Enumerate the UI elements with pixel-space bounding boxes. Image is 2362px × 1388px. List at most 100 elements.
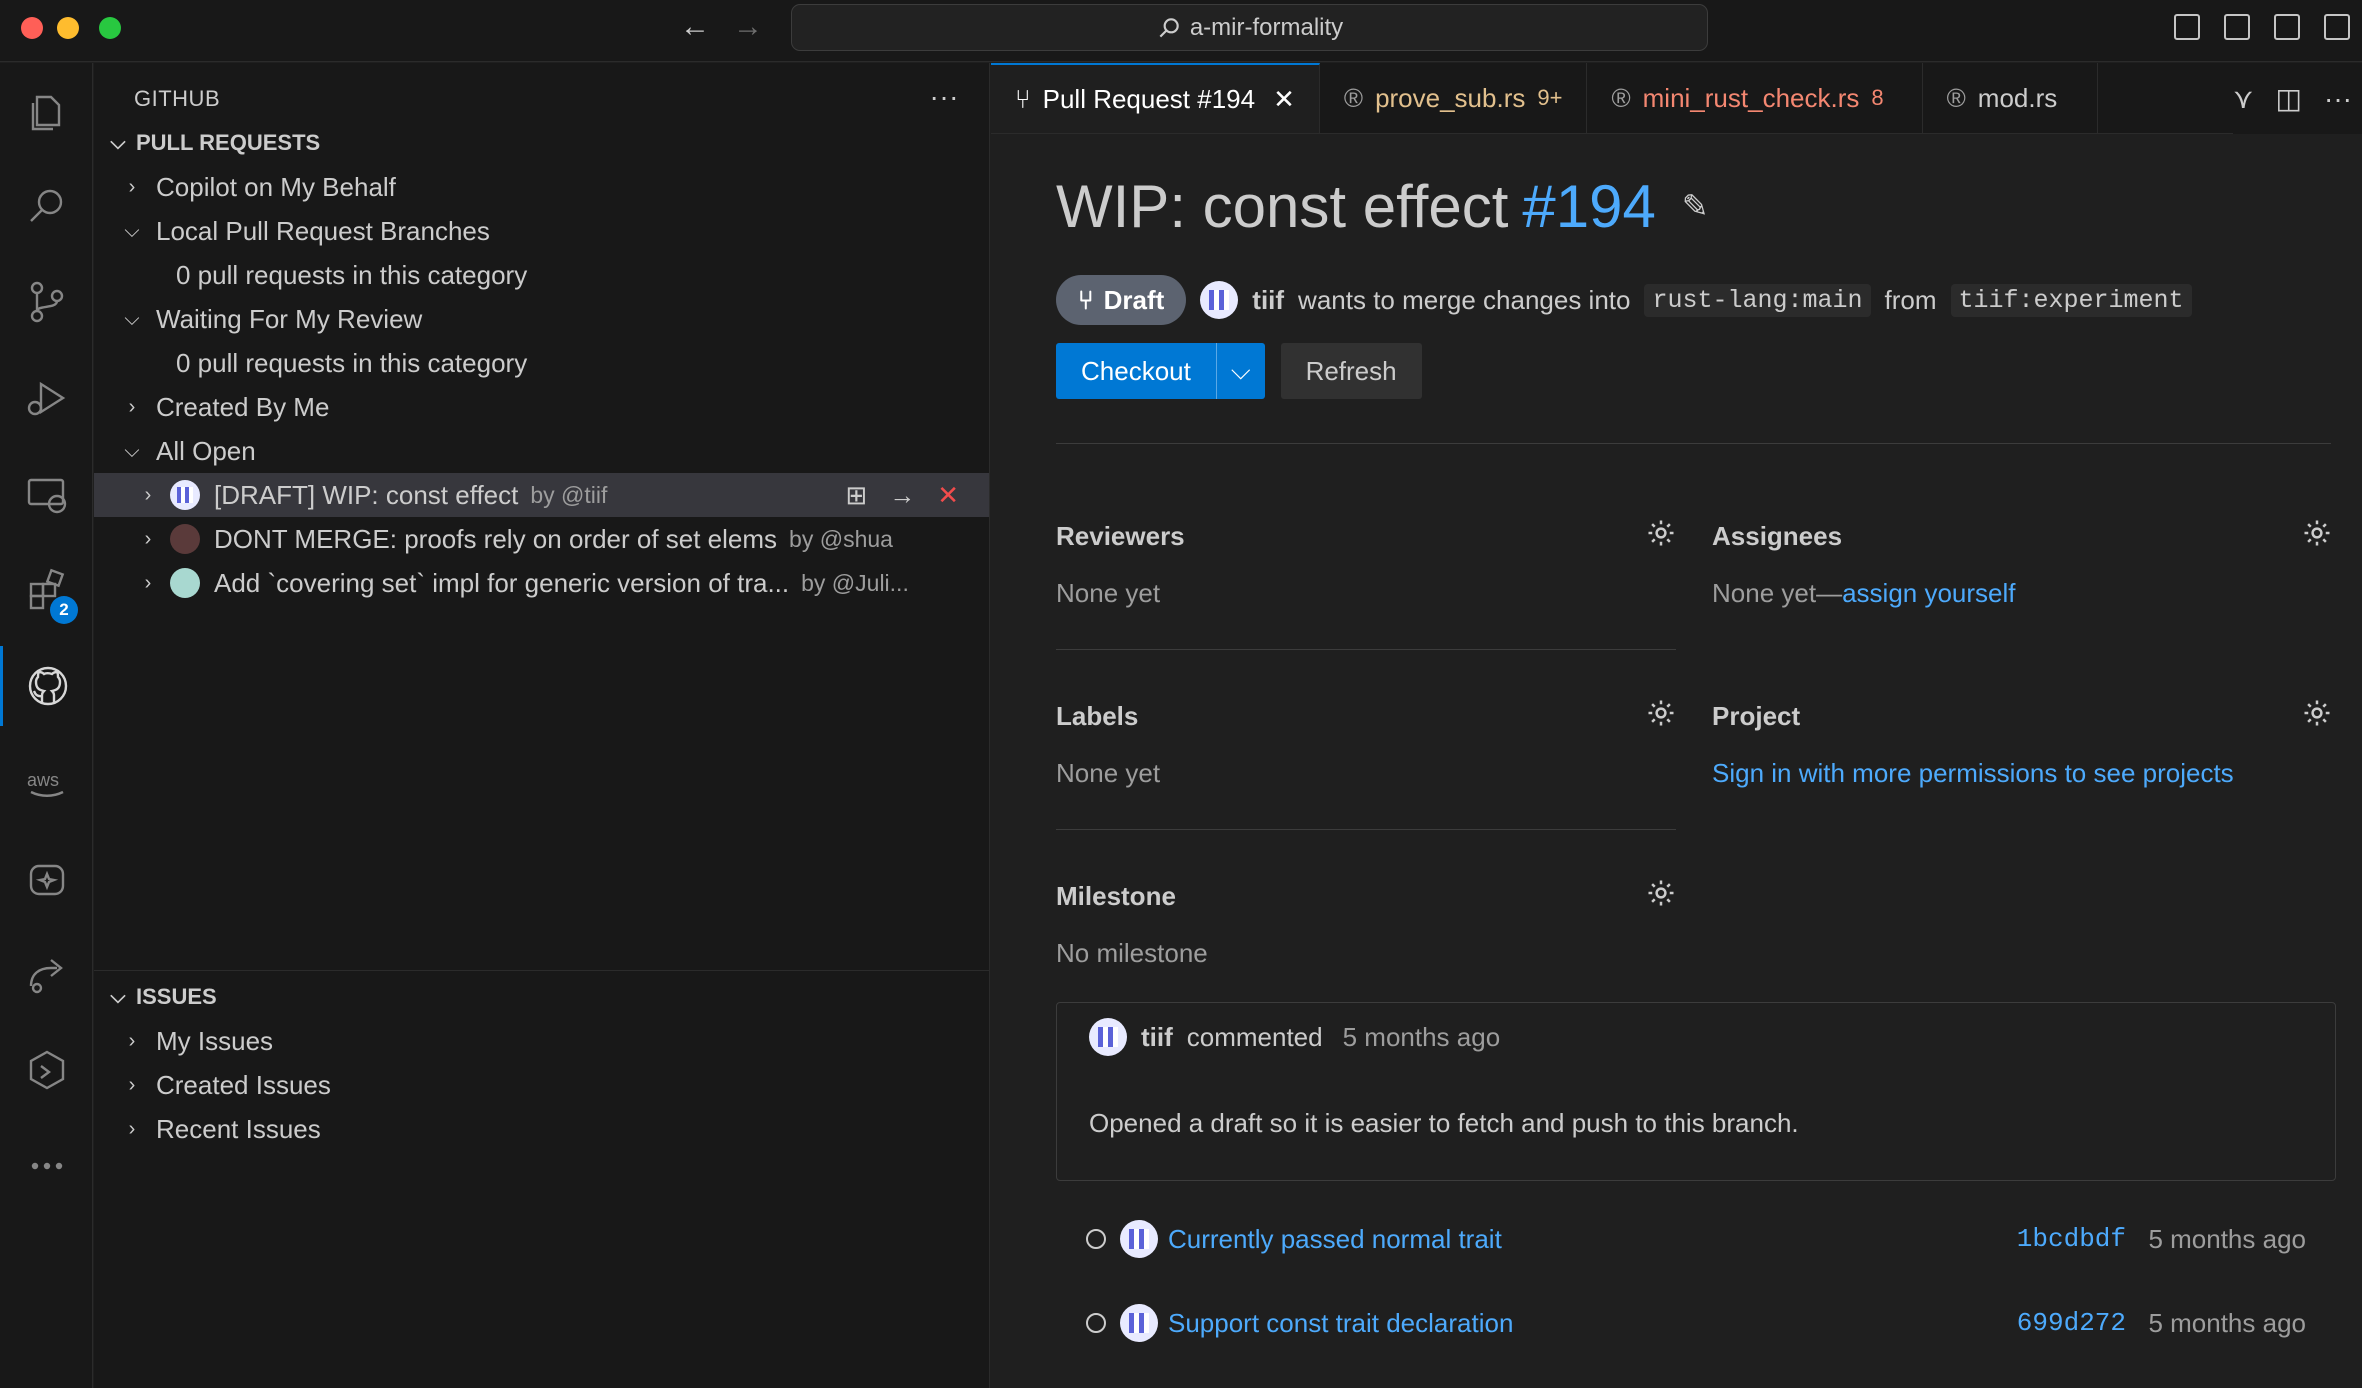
section-divider [94,970,990,971]
command-center-search[interactable]: a-mir-formality [791,4,1708,51]
aws-icon[interactable]: aws [0,742,93,822]
status-label: Draft [1103,284,1165,315]
gear-icon[interactable] [1646,878,1676,915]
problems-badge: 8 [1871,85,1884,110]
checkout-arrow-icon[interactable]: → [889,480,915,511]
github-icon[interactable] [0,646,93,726]
run-debug-icon[interactable] [0,358,93,438]
more-actions-icon[interactable]: ··· [2324,83,2352,115]
tab-mod-rs[interactable]: ® mod.rs [1923,63,2099,133]
extensions-icon[interactable]: 2 [0,550,93,630]
open-description-icon[interactable]: ⊞ [845,480,867,511]
commit-sha-link[interactable]: 699d272 [2017,1308,2126,1338]
window-minimize-button[interactable] [57,17,79,39]
close-icon[interactable]: ✕ [1273,84,1295,115]
pr-title-text: WIP: const effect [1056,172,1509,240]
window-maximize-button[interactable] [99,17,121,39]
forward-arrow-icon[interactable]: → [733,10,763,44]
category-label: Waiting For My Review [156,303,423,334]
issue-category-label: Created Issues [156,1069,331,1100]
svg-text:aws: aws [27,770,59,790]
category-waiting-for-my-review[interactable]: ⌵ Waiting For My Review [94,297,989,341]
pr-title: [DRAFT] WIP: const effect [214,479,519,510]
close-icon[interactable]: ✕ [937,480,959,511]
tab-mini-rust-check[interactable]: ® mini_rust_check.rs 8 [1587,63,1923,133]
pr-list-item[interactable]: › [DRAFT] WIP: const effect by @tiif ⊞ →… [94,473,989,517]
kubernetes-icon[interactable] [0,1030,93,1110]
customize-layout-icon[interactable] [2174,14,2200,40]
split-editor-icon[interactable]: ◫ [2276,82,2302,115]
issues-my-issues[interactable]: › My Issues [94,1019,990,1063]
tab-pull-request-194[interactable]: ⑂ Pull Request #194 ✕ [991,63,1320,133]
editor-tabs: ⑂ Pull Request #194 ✕ ® prove_sub.rs 9+ … [991,63,2362,134]
copilot-icon[interactable] [0,838,93,918]
pr-author: by @tiif [530,481,608,508]
assignees-value: None yet— [1712,578,1843,608]
refresh-label: Refresh [1305,355,1397,386]
chevron-down-icon[interactable]: ⌵ [1215,343,1265,399]
pull-request-icon: ⑂ [1015,83,1031,114]
issues-section-header[interactable]: ⌵ ISSUES [94,975,990,1019]
explorer-icon[interactable] [0,71,93,151]
more-actions-icon[interactable]: ··· [930,81,959,113]
avatar [1089,1018,1127,1056]
checkout-button[interactable]: Checkout ⌵ [1056,343,1265,399]
pr-title: Add `covering set` impl for generic vers… [214,567,790,598]
chevron-down-icon: ⌵ [124,219,140,242]
gear-icon[interactable] [1646,698,1676,735]
category-copilot-on-my-behalf[interactable]: › Copilot on My Behalf [94,165,989,209]
source-control-icon[interactable] [0,262,93,342]
commit-icon [1086,1229,1106,1249]
window-close-button[interactable] [21,17,43,39]
comment-author[interactable]: tiif [1141,1022,1173,1053]
editor-area: ⑂ Pull Request #194 ✕ ® prove_sub.rs 9+ … [991,63,2362,1388]
refresh-button[interactable]: Refresh [1280,343,1422,399]
avatar [170,524,200,554]
remote-explorer-icon[interactable] [0,454,93,534]
pr-title: DONT MERGE: proofs rely on order of set … [214,523,778,554]
pr-number-link[interactable]: #194 [1522,172,1655,241]
chevron-right-icon: › [128,1073,136,1096]
pr-author: by @Juli... [801,569,909,596]
commit-message-link[interactable]: Support const trait declaration [1168,1308,1513,1339]
head-branch: tiif:experiment [1950,283,2192,317]
toggle-panel-icon[interactable] [2274,14,2300,40]
category-label: Copilot on My Behalf [156,171,396,202]
tab-label: mod.rs [1977,82,2058,113]
gear-icon[interactable] [1646,518,1676,555]
reviewers-section: Reviewers None yet [1056,516,1676,650]
reviewers-label: Reviewers [1056,520,1185,551]
back-arrow-icon[interactable]: ← [680,10,710,44]
issues-recent-issues[interactable]: › Recent Issues [94,1107,990,1151]
chevron-right-icon: › [128,175,136,198]
pr-list-item[interactable]: › Add `covering set` impl for generic ve… [94,561,989,605]
project-permissions-link[interactable]: Sign in with more permissions to see pro… [1712,758,2332,789]
from-text: from [1884,284,1937,315]
empty-category-message: 0 pull requests in this category [94,341,989,385]
assign-yourself-link[interactable]: assign yourself [1842,578,2015,608]
gear-icon[interactable] [2302,698,2332,735]
tab-prove-sub[interactable]: ® prove_sub.rs 9+ [1320,63,1588,133]
category-all-open[interactable]: ⌵ All Open [94,429,989,473]
more-views-icon[interactable] [0,1126,93,1206]
pr-author[interactable]: tiif [1252,285,1284,316]
live-share-icon[interactable] [0,934,93,1014]
commit-message-link[interactable]: Currently passed normal trait [1168,1224,1502,1255]
issues-created-issues[interactable]: › Created Issues [94,1063,990,1107]
category-label: All Open [156,435,256,466]
commit-sha-link[interactable]: 1bcdbdf [2017,1224,2126,1254]
divider [1056,443,2331,444]
toggle-secondary-sidebar-icon[interactable] [2324,14,2350,40]
category-created-by-me[interactable]: › Created By Me [94,385,989,429]
category-local-pr-branches[interactable]: ⌵ Local Pull Request Branches [94,209,989,253]
chevron-right-icon: › [144,571,152,594]
toggle-primary-sidebar-icon[interactable] [2224,14,2250,40]
assignees-section: Assignees None yet—assign yourself [1712,516,2332,609]
copilot-edit-icon[interactable]: ⋎ [2233,82,2254,115]
avatar [1200,281,1239,319]
gear-icon[interactable] [2302,518,2332,555]
edit-pencil-icon[interactable]: ✎ [1682,187,1709,225]
search-icon[interactable] [0,166,93,246]
pr-list-item[interactable]: › DONT MERGE: proofs rely on order of se… [94,517,989,561]
project-label: Project [1712,700,1801,731]
